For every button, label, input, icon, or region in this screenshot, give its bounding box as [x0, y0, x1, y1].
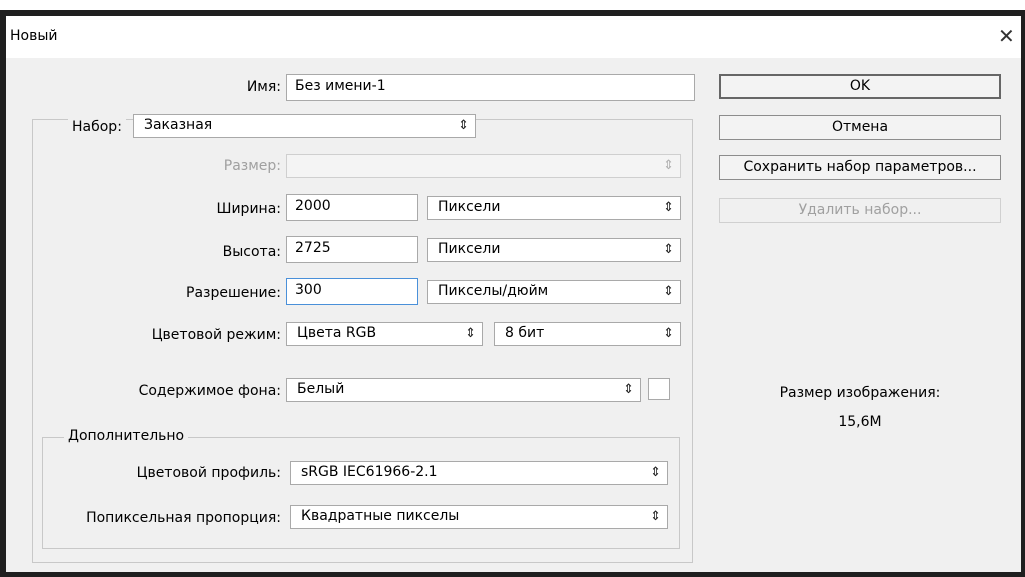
size-label: Размер: [223, 158, 281, 174]
width-input[interactable]: 2000 [286, 194, 418, 221]
bit-depth-select[interactable]: 8 бит ⇕ [494, 322, 681, 346]
color-mode-label: Цветовой режим: [151, 327, 281, 343]
updown-arrows-icon: ⇕ [650, 509, 661, 524]
advanced-group [42, 437, 680, 549]
advanced-title: Дополнительно [64, 428, 189, 444]
cancel-button[interactable]: Отмена [719, 115, 1001, 140]
width-label: Ширина: [216, 201, 281, 217]
bit-depth-value: 8 бит [505, 325, 545, 341]
color-mode-value: Цвета RGB [297, 325, 377, 341]
resolution-label: Разрешение: [186, 285, 281, 301]
name-label: Имя: [246, 79, 281, 95]
updown-arrows-icon: ⇕ [663, 326, 674, 341]
updown-arrows-icon: ⇕ [663, 158, 674, 173]
background-select[interactable]: Белый ⇕ [286, 378, 641, 402]
updown-arrows-icon: ⇕ [650, 465, 661, 480]
preset-label: Набор: [68, 119, 126, 135]
updown-arrows-icon: ⇕ [465, 326, 476, 341]
updown-arrows-icon: ⇕ [663, 284, 674, 299]
updown-arrows-icon: ⇕ [458, 118, 469, 133]
height-unit-select[interactable]: Пиксели ⇕ [427, 238, 681, 262]
updown-arrows-icon: ⇕ [623, 382, 634, 397]
updown-arrows-icon: ⇕ [663, 242, 674, 257]
new-document-dialog: Новый ✕ Имя: Без имени-1 Набор: Заказная… [6, 16, 1021, 572]
pixel-aspect-select[interactable]: Квадратные пикселы ⇕ [290, 505, 668, 529]
resolution-input[interactable]: 300 [286, 278, 418, 305]
updown-arrows-icon: ⇕ [663, 200, 674, 215]
resolution-unit-value: Пикселы/дюйм [438, 283, 549, 299]
color-mode-select[interactable]: Цвета RGB ⇕ [286, 322, 483, 346]
color-profile-label: Цветовой профиль: [136, 465, 281, 481]
window-title: Новый [10, 28, 58, 44]
ok-button[interactable]: OK [719, 74, 1001, 99]
preset-select[interactable]: Заказная ⇕ [133, 114, 476, 138]
height-label: Высота: [222, 244, 281, 260]
pixel-aspect-label: Попиксельная пропорция: [86, 510, 281, 526]
pixel-aspect-value: Квадратные пикселы [301, 508, 460, 524]
delete-preset-button: Удалить набор... [719, 198, 1001, 223]
color-profile-select[interactable]: sRGB IEC61966-2.1 ⇕ [290, 461, 668, 485]
image-size-value: 15,6M [838, 414, 882, 430]
width-unit-value: Пиксели [438, 199, 501, 215]
preset-value: Заказная [144, 117, 213, 133]
color-profile-value: sRGB IEC61966-2.1 [301, 464, 438, 480]
name-input[interactable]: Без имени-1 [286, 74, 695, 101]
width-unit-select[interactable]: Пиксели ⇕ [427, 196, 681, 220]
image-size-label: Размер изображения: [779, 385, 941, 401]
height-input[interactable]: 2725 [286, 236, 418, 263]
resolution-unit-select[interactable]: Пикселы/дюйм ⇕ [427, 280, 681, 304]
height-unit-value: Пиксели [438, 241, 501, 257]
background-label: Содержимое фона: [138, 383, 281, 399]
title-bar: Новый ✕ [6, 16, 1021, 58]
close-icon[interactable]: ✕ [998, 24, 1015, 48]
size-select: ⇕ [286, 154, 681, 178]
background-color-swatch[interactable] [648, 378, 670, 400]
background-value: Белый [297, 381, 345, 397]
save-preset-button[interactable]: Сохранить набор параметров... [719, 155, 1001, 180]
